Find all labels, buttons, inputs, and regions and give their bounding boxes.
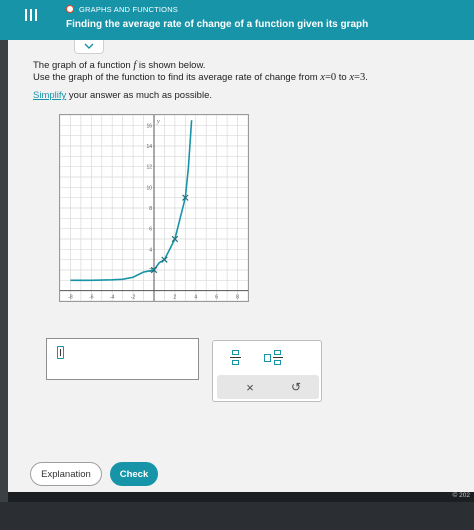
problem-text: your answer as much as possible. bbox=[66, 90, 212, 101]
category-label: GRAPHS AND FUNCTIONS bbox=[79, 4, 179, 14]
x-tick-label: -2 bbox=[131, 295, 136, 301]
answer-input-field[interactable] bbox=[57, 346, 64, 359]
mixed-number-button[interactable] bbox=[261, 347, 289, 369]
graph-canvas: -8 -6 -4 -2 2 4 6 8246810121416y bbox=[60, 115, 248, 301]
x-tick-label: 2 bbox=[173, 295, 176, 301]
undo-button[interactable]: ↺ bbox=[281, 375, 311, 399]
category-row: GRAPHS AND FUNCTIONS bbox=[66, 3, 178, 15]
explanation-button[interactable]: Explanation bbox=[30, 462, 102, 486]
fraction-button[interactable] bbox=[225, 347, 247, 369]
x-tick-label: 4 bbox=[194, 295, 197, 301]
problem-text: . bbox=[365, 72, 368, 83]
problem-text: Use the graph of the function to find it… bbox=[33, 72, 321, 83]
bottom-bar: © 202 bbox=[8, 492, 474, 502]
y-tick-label: 8 bbox=[149, 206, 152, 212]
problem-statement: The graph of a function f is shown below… bbox=[33, 60, 368, 102]
left-strip bbox=[0, 40, 8, 502]
y-tick-label: 14 bbox=[146, 144, 152, 150]
footer-bar: Explanation Check bbox=[8, 462, 474, 492]
circle-progress-icon bbox=[66, 5, 74, 13]
check-button[interactable]: Check bbox=[110, 462, 158, 486]
problem-line-2: Use the graph of the function to find it… bbox=[33, 72, 368, 84]
main-content: The graph of a function f is shown below… bbox=[8, 40, 474, 462]
y-tick-label: 12 bbox=[146, 165, 152, 171]
x-tick-label: -8 bbox=[68, 295, 73, 301]
problem-line-1: The graph of a function f is shown below… bbox=[33, 60, 368, 72]
x-tick-label: 8 bbox=[236, 295, 239, 301]
x-tick-label: -6 bbox=[89, 295, 94, 301]
function-curve bbox=[70, 120, 193, 282]
collapse-button[interactable] bbox=[74, 40, 104, 54]
math-keypad: × ↺ bbox=[212, 340, 322, 402]
x-tick-label: 6 bbox=[215, 295, 218, 301]
function-graph: -8 -6 -4 -2 2 4 6 8 2 4 6 8 10 12 14 16 y bbox=[59, 114, 249, 302]
simplify-link[interactable]: Simplify bbox=[33, 90, 66, 101]
x-tick-label: -4 bbox=[110, 295, 115, 301]
clear-button[interactable]: × bbox=[235, 375, 265, 399]
chevron-down-icon bbox=[84, 41, 94, 51]
mixed-number-icon bbox=[264, 350, 286, 366]
y-axis-label: y bbox=[156, 119, 160, 125]
top-header: GRAPHS AND FUNCTIONS Finding the average… bbox=[0, 0, 474, 40]
page-title: Finding the average rate of change of a … bbox=[66, 19, 369, 30]
problem-line-3: Simplify your answer as much as possible… bbox=[33, 90, 368, 102]
y-tick-label: 6 bbox=[149, 227, 152, 233]
keypad-actions: × ↺ bbox=[217, 375, 319, 399]
y-tick-label: 16 bbox=[146, 123, 152, 129]
y-tick-label: 4 bbox=[149, 247, 152, 253]
answer-input-box[interactable] bbox=[46, 338, 199, 380]
hamburger-icon[interactable] bbox=[22, 7, 42, 27]
problem-text: is shown below. bbox=[136, 60, 206, 71]
problem-text: to bbox=[336, 72, 350, 83]
copyright-text: © 202 bbox=[452, 492, 470, 499]
problem-text: The graph of a function bbox=[33, 60, 134, 71]
y-tick-label: 10 bbox=[146, 185, 152, 191]
fraction-icon bbox=[229, 350, 243, 366]
